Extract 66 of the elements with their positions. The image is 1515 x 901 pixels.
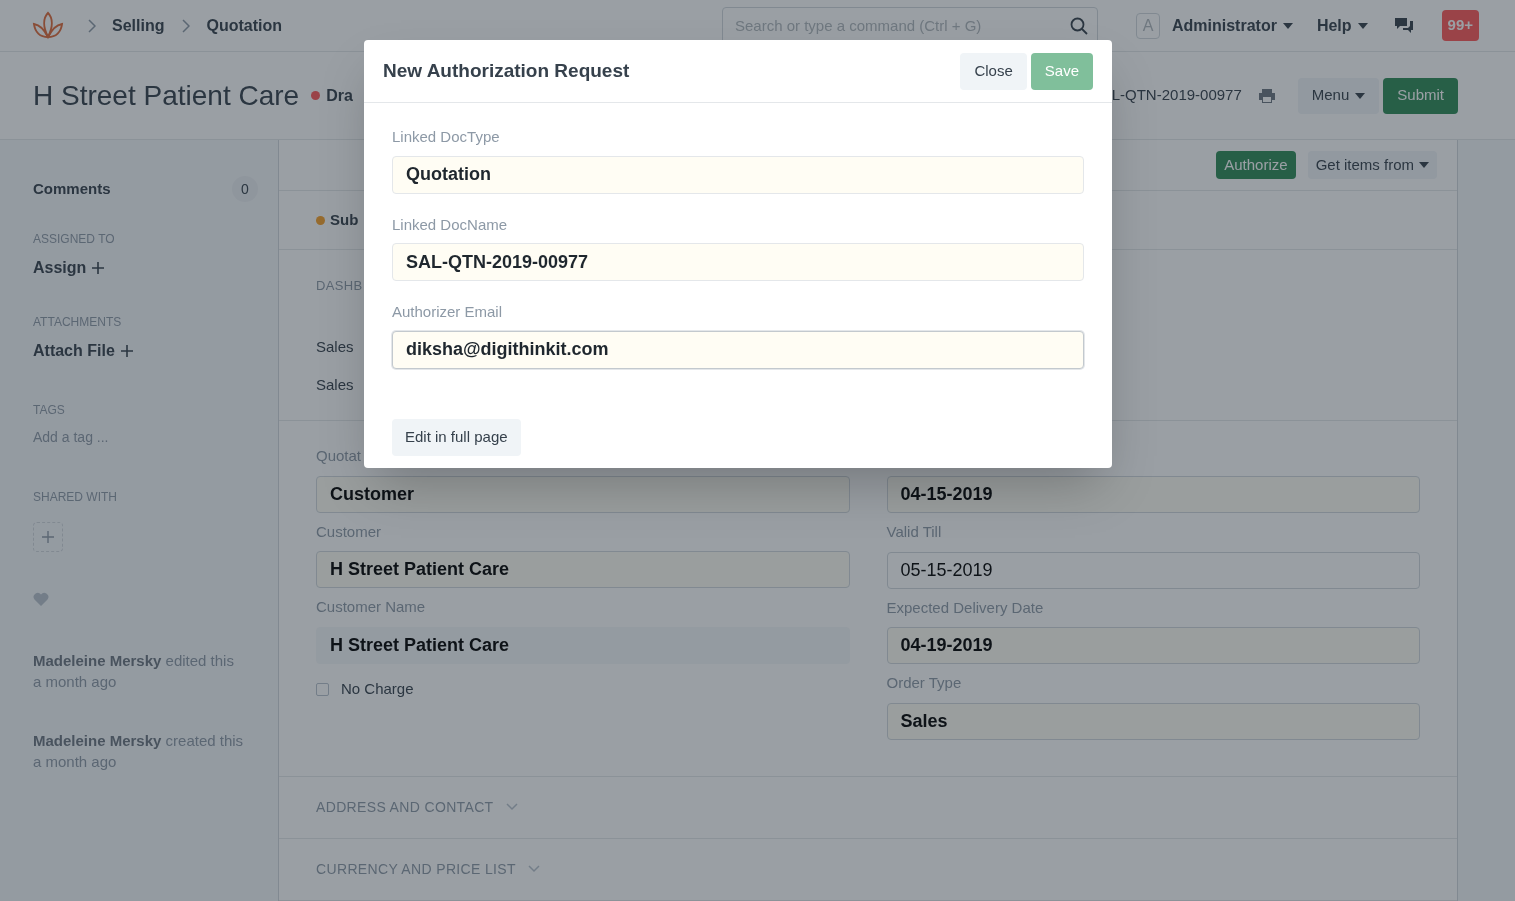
- document-id: L-QTN-2019-00977: [1111, 85, 1242, 106]
- comments-label: Comments: [33, 178, 111, 199]
- app-logo[interactable]: [32, 10, 64, 41]
- caret-icon: [1355, 92, 1366, 99]
- section-heading: DASHB: [316, 277, 364, 296]
- plus-icon: [42, 531, 54, 543]
- search-icon[interactable]: [1070, 16, 1088, 35]
- help-menu[interactable]: Help: [1316, 13, 1368, 38]
- chevron-down-icon[interactable]: [527, 865, 540, 874]
- menu-button[interactable]: Menu: [1297, 77, 1380, 114]
- breadcrumb-link[interactable]: Quotation: [206, 13, 282, 38]
- input-field[interactable]: H Street Patient Care: [316, 626, 850, 664]
- caret-icon: [1282, 22, 1293, 29]
- checkbox[interactable]: [316, 682, 329, 696]
- chevron-right-icon: [182, 18, 191, 33]
- input-field[interactable]: SAL-QTN-2019-00977: [392, 243, 1084, 281]
- field-label: Linked DocType: [392, 127, 501, 147]
- input-field[interactable]: Customer: [316, 475, 850, 513]
- input-field[interactable]: 05-15-2019: [886, 551, 1420, 589]
- input-field[interactable]: diksha@digithinkit.com: [392, 330, 1084, 369]
- close-button[interactable]: Close: [960, 52, 1027, 90]
- printer-icon[interactable]: [1257, 87, 1276, 104]
- activity-text: Madeleine Mersky edited this a month ago: [33, 651, 235, 692]
- input-field[interactable]: Sales: [886, 702, 1420, 740]
- caret-icon: [1357, 22, 1368, 29]
- share-button[interactable]: [33, 522, 63, 552]
- field-label: Customer: [316, 521, 383, 542]
- input-field[interactable]: 04-15-2019: [886, 476, 1420, 514]
- section-heading: TAGS: [33, 402, 66, 419]
- user-menu[interactable]: Administrator: [1172, 13, 1293, 38]
- chat-icon[interactable]: [1393, 16, 1414, 35]
- breadcrumb-link[interactable]: Selling: [112, 13, 165, 38]
- comment-count: 0: [232, 176, 258, 202]
- field-label: Authorizer Email: [392, 302, 504, 322]
- field-label: Quotat: [316, 446, 363, 467]
- section-heading: ATTACHMENTS: [33, 314, 123, 331]
- section-heading: ASSIGNED TO: [33, 231, 116, 248]
- sidebar-action[interactable]: Attach File: [33, 339, 133, 363]
- authorize-button[interactable]: Authorize: [1216, 151, 1296, 180]
- plus-icon: [92, 262, 105, 274]
- tag-input[interactable]: Add a tag ...: [33, 427, 233, 448]
- input-field[interactable]: 04-19-2019: [886, 627, 1420, 665]
- checkbox-label: No Charge: [341, 678, 414, 699]
- field-label: Valid Till: [886, 522, 943, 543]
- notification-badge[interactable]: 99+: [1441, 10, 1480, 41]
- chevron-down-icon[interactable]: [505, 803, 518, 812]
- chevron-right-icon: [88, 18, 96, 33]
- field-label: Expected Delivery Date: [886, 597, 1045, 618]
- activity-text: Madeleine Mersky created this a month ago: [33, 731, 245, 772]
- field-label: Customer Name: [316, 597, 427, 618]
- field-label: Linked DocName: [392, 214, 509, 235]
- section-heading: SHARED WITH: [33, 489, 118, 506]
- input-field[interactable]: H Street Patient Care: [316, 551, 850, 589]
- status-indicator: Dra: [311, 83, 353, 108]
- dialog-title: New Authorization Request: [383, 58, 630, 83]
- input-field[interactable]: Quotation: [392, 155, 1084, 194]
- status-indicator: Sub: [316, 209, 359, 232]
- dropdown-button[interactable]: Get items from: [1307, 151, 1437, 180]
- plus-icon: [120, 345, 133, 357]
- edit-full-page-button[interactable]: Edit in full page: [392, 418, 521, 456]
- submit-button[interactable]: Submit: [1383, 77, 1458, 114]
- field-label: Order Type: [886, 673, 963, 694]
- heart-icon[interactable]: [33, 592, 49, 606]
- page-title: H Street Patient Care: [33, 78, 300, 113]
- caret-icon: [1419, 162, 1429, 169]
- sidebar-action[interactable]: Assign: [33, 256, 105, 280]
